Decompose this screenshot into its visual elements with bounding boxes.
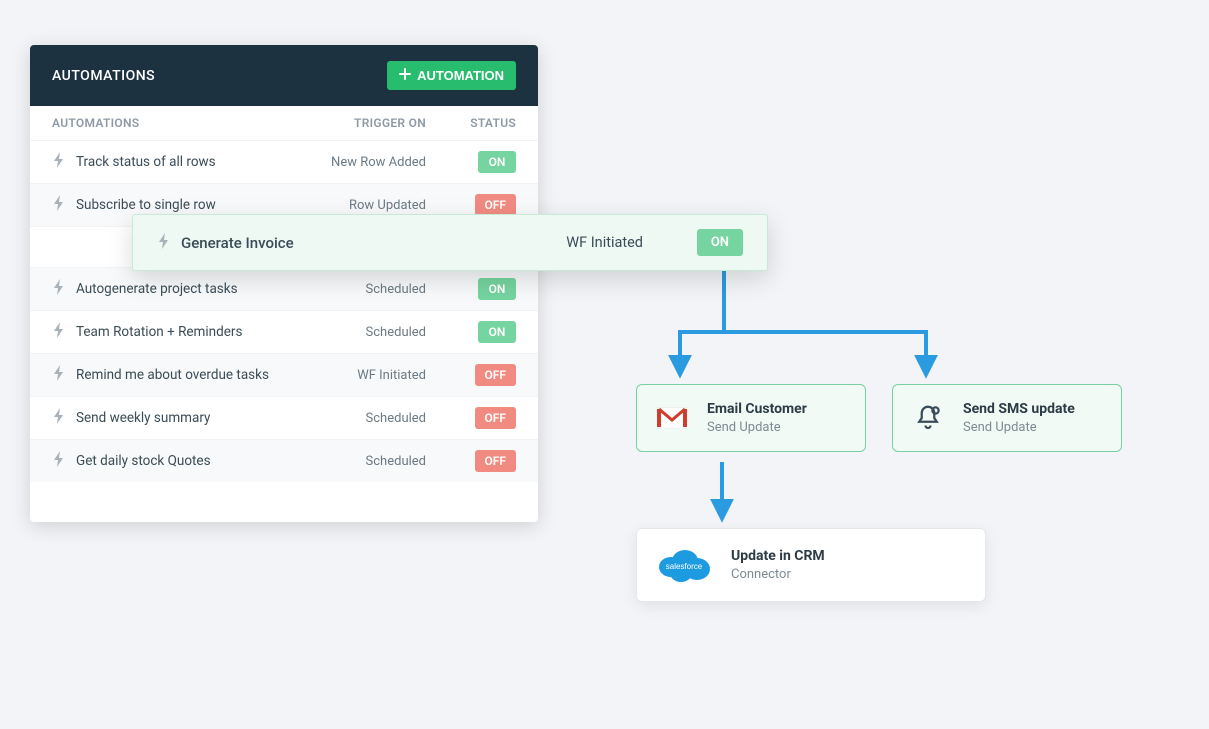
row-name-label: Track status of all rows <box>76 154 216 170</box>
row-trigger-label: Scheduled <box>286 282 436 297</box>
status-badge[interactable]: OFF <box>475 450 516 472</box>
panel-title: AUTOMATIONS <box>52 68 155 84</box>
lightning-icon <box>52 279 66 299</box>
row-name-label: Remind me about overdue tasks <box>76 367 269 383</box>
column-header-trigger: TRIGGER ON <box>286 116 436 130</box>
row-name-label: Autogenerate project tasks <box>76 281 238 297</box>
table-row[interactable]: Send weekly summary Scheduled OFF <box>30 396 538 439</box>
row-name-label: Team Rotation + Reminders <box>76 324 242 340</box>
table-row[interactable]: Track status of all rows New Row Added O… <box>30 140 538 183</box>
row-trigger-label: Scheduled <box>286 325 436 340</box>
row-trigger-label: WF Initiated <box>286 368 436 383</box>
status-badge[interactable]: OFF <box>475 364 516 386</box>
bell-icon <box>911 401 945 435</box>
add-automation-label: AUTOMATION <box>417 68 504 83</box>
row-name-label: Generate Invoice <box>181 234 294 252</box>
row-trigger-label: WF Initiated <box>483 234 653 251</box>
lightning-icon <box>52 451 66 471</box>
flow-card-crm[interactable]: salesforce Update in CRM Connector <box>636 528 986 602</box>
table-row[interactable]: Get daily stock Quotes Scheduled OFF <box>30 439 538 482</box>
flow-card-sms[interactable]: Send SMS update Send Update <box>892 384 1122 452</box>
lightning-icon <box>157 233 171 253</box>
status-badge[interactable]: ON <box>478 278 516 300</box>
panel-header: AUTOMATIONS AUTOMATION <box>30 45 538 106</box>
table-row[interactable]: Autogenerate project tasks Scheduled ON <box>30 267 538 310</box>
lightning-icon <box>52 195 66 215</box>
gmail-icon <box>655 401 689 435</box>
row-trigger-label: Row Updated <box>286 198 436 213</box>
flow-card-subtitle: Send Update <box>963 420 1075 435</box>
table-header: AUTOMATIONS TRIGGER ON STATUS <box>30 106 538 140</box>
table-row[interactable]: Remind me about overdue tasks WF Initiat… <box>30 353 538 396</box>
lightning-icon <box>52 408 66 428</box>
salesforce-icon: salesforce <box>655 545 713 585</box>
svg-text:salesforce: salesforce <box>666 562 703 571</box>
panel-body: Track status of all rows New Row Added O… <box>30 140 538 522</box>
row-name-label: Get daily stock Quotes <box>76 453 211 469</box>
column-header-name: AUTOMATIONS <box>52 116 286 130</box>
plus-icon <box>399 68 411 83</box>
column-header-status: STATUS <box>436 116 516 130</box>
row-trigger-label: Scheduled <box>286 454 436 469</box>
row-name-label: Send weekly summary <box>76 410 210 426</box>
flow-card-email[interactable]: Email Customer Send Update <box>636 384 866 452</box>
lightning-icon <box>52 365 66 385</box>
lightning-icon <box>52 322 66 342</box>
flow-card-title: Send SMS update <box>963 401 1075 417</box>
automations-panel: AUTOMATIONS AUTOMATION AUTOMATIONS TRIGG… <box>30 45 538 522</box>
flow-card-title: Email Customer <box>707 401 807 417</box>
status-badge[interactable]: ON <box>697 229 743 256</box>
row-trigger-label: Scheduled <box>286 411 436 426</box>
status-badge[interactable]: OFF <box>475 407 516 429</box>
row-trigger-label: New Row Added <box>286 155 436 170</box>
flow-card-subtitle: Connector <box>731 567 825 582</box>
flow-card-title: Update in CRM <box>731 548 825 564</box>
status-badge[interactable]: OFF <box>475 194 516 216</box>
table-row[interactable]: Team Rotation + Reminders Scheduled ON <box>30 310 538 353</box>
flow-card-subtitle: Send Update <box>707 420 807 435</box>
status-badge[interactable]: ON <box>478 151 516 173</box>
add-automation-button[interactable]: AUTOMATION <box>387 61 516 90</box>
lightning-icon <box>52 152 66 172</box>
row-name-label: Subscribe to single row <box>76 197 216 213</box>
status-badge[interactable]: ON <box>478 321 516 343</box>
highlighted-automation-row[interactable]: Generate Invoice WF Initiated ON <box>132 214 768 271</box>
